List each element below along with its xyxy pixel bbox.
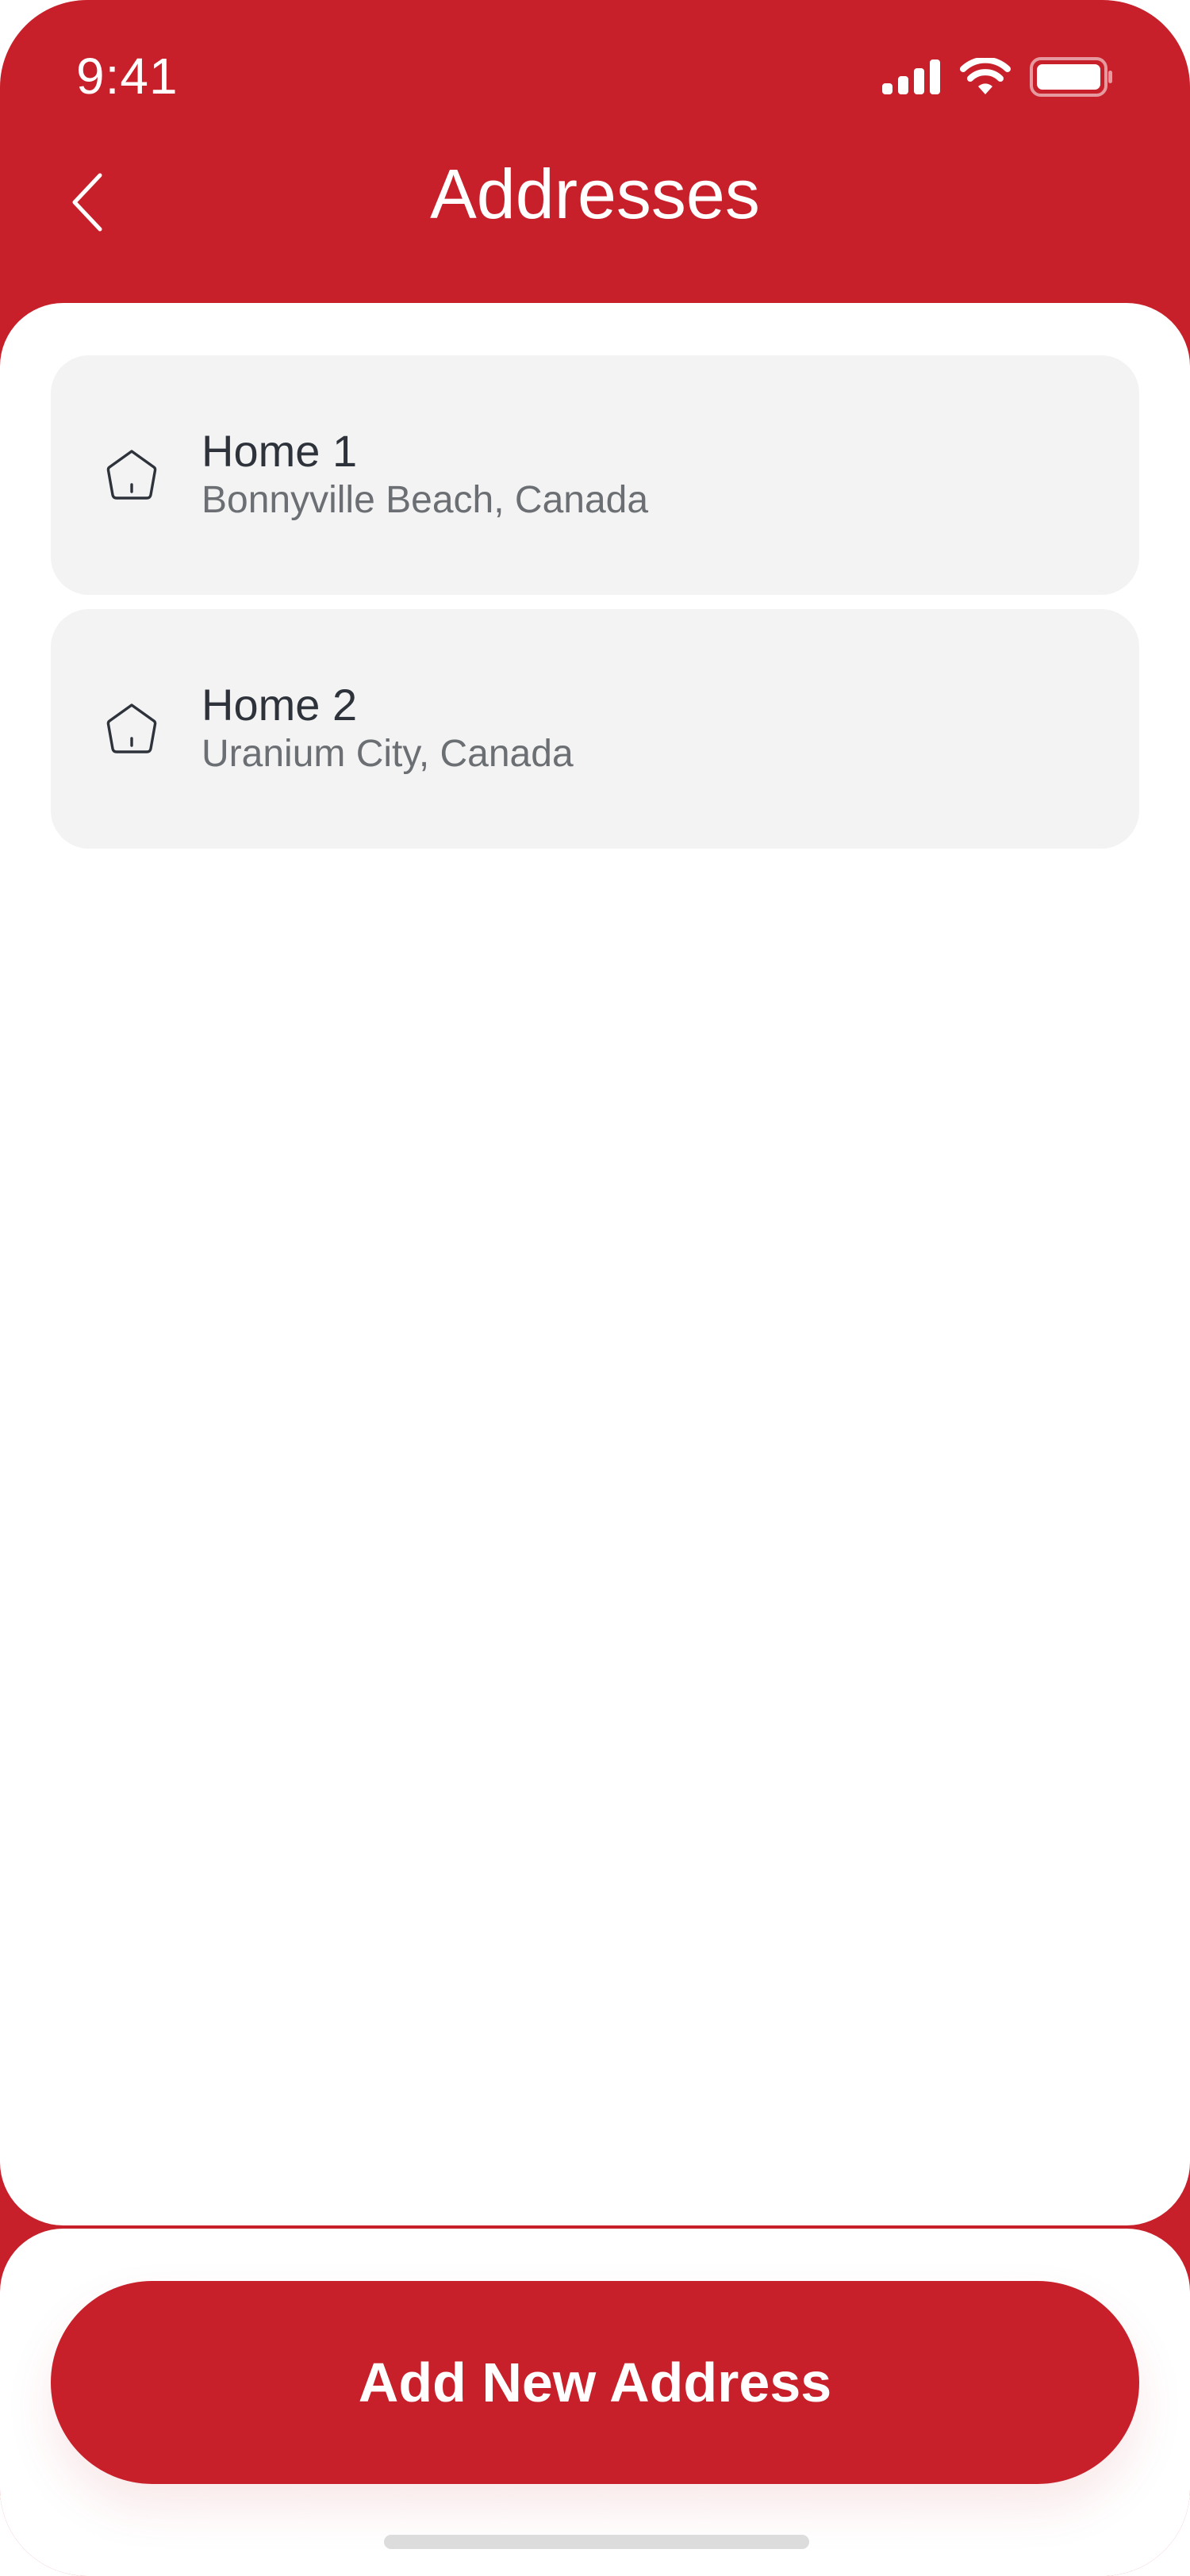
address-text: Home 1 Bonnyville Beach, Canada [202,426,648,524]
home-icon [106,450,157,500]
home-indicator [384,2535,809,2549]
page-title: Addresses [430,155,760,233]
cellular-signal-icon [882,59,940,94]
battery-icon [1030,57,1112,97]
content-card: Home 1 Bonnyville Beach, Canada Home 2 U… [0,303,1190,2225]
address-list: Home 1 Bonnyville Beach, Canada Home 2 U… [51,355,1139,849]
address-name: Home 1 [202,426,358,476]
home-icon [106,703,157,753]
app-screen: 9:41 Addresses Home 1 Bonnyville Beach, … [0,0,1190,2576]
status-time: 9:41 [76,48,178,105]
add-new-address-button[interactable]: Add New Address [51,2281,1139,2484]
wifi-icon [960,58,1011,94]
address-location: Uranium City, Canada [202,733,574,775]
address-item-home-2[interactable]: Home 2 Uranium City, Canada [51,609,1139,849]
status-icons [882,57,1114,97]
address-item-home-1[interactable]: Home 1 Bonnyville Beach, Canada [51,355,1139,595]
address-name: Home 2 [202,680,358,730]
address-location: Bonnyville Beach, Canada [202,479,649,521]
address-text: Home 2 Uranium City, Canada [202,680,574,778]
